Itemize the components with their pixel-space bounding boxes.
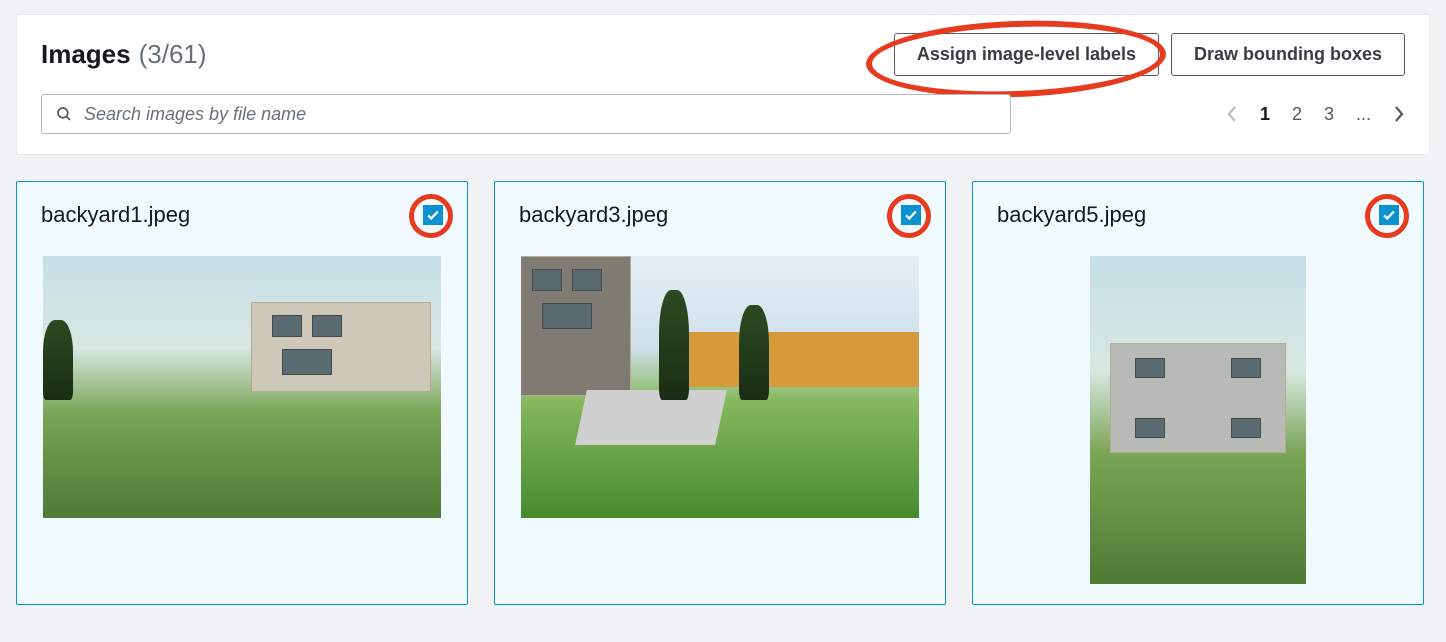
image-thumbnail[interactable]	[519, 256, 921, 518]
panel-header: Images (3/61) Assign image-level labels …	[41, 33, 1405, 76]
assign-labels-button[interactable]: Assign image-level labels	[894, 33, 1159, 76]
panel-title: Images	[41, 39, 131, 70]
selection-count: (3/61)	[139, 39, 207, 70]
image-filename: backyard5.jpeg	[997, 202, 1146, 228]
select-checkbox[interactable]	[901, 205, 921, 225]
pager-prev[interactable]	[1226, 105, 1238, 123]
image-thumbnail[interactable]	[41, 256, 443, 518]
card-header: backyard1.jpeg	[41, 202, 443, 228]
card-header: backyard5.jpeg	[997, 202, 1399, 228]
check-icon	[904, 208, 918, 222]
search-icon	[55, 105, 73, 123]
check-icon	[426, 208, 440, 222]
chevron-right-icon	[1393, 105, 1405, 123]
title-wrap: Images (3/61)	[41, 39, 207, 70]
image-card[interactable]: backyard5.jpeg	[972, 181, 1424, 605]
pager-next[interactable]	[1393, 105, 1405, 123]
toolbar: 1 2 3 ...	[41, 94, 1405, 134]
pager-page-1[interactable]: 1	[1260, 104, 1270, 125]
image-filename: backyard3.jpeg	[519, 202, 668, 228]
image-card[interactable]: backyard3.jpeg	[494, 181, 946, 605]
select-checkbox[interactable]	[1379, 205, 1399, 225]
pagination: 1 2 3 ...	[1226, 104, 1405, 125]
image-thumbnail[interactable]	[997, 256, 1399, 584]
card-header: backyard3.jpeg	[519, 202, 921, 228]
images-panel: Images (3/61) Assign image-level labels …	[16, 14, 1430, 155]
image-grid: backyard1.jpeg backyard3.jpeg	[0, 155, 1446, 605]
chevron-left-icon	[1226, 105, 1238, 123]
image-filename: backyard1.jpeg	[41, 202, 190, 228]
pager-page-2[interactable]: 2	[1292, 104, 1302, 125]
select-checkbox[interactable]	[423, 205, 443, 225]
search-input[interactable]	[41, 94, 1011, 134]
pager-page-3[interactable]: 3	[1324, 104, 1334, 125]
pager-ellipsis: ...	[1356, 104, 1371, 125]
check-icon	[1382, 208, 1396, 222]
image-card[interactable]: backyard1.jpeg	[16, 181, 468, 605]
draw-boxes-button[interactable]: Draw bounding boxes	[1171, 33, 1405, 76]
search-wrap	[41, 94, 1011, 134]
action-buttons: Assign image-level labels Draw bounding …	[894, 33, 1405, 76]
